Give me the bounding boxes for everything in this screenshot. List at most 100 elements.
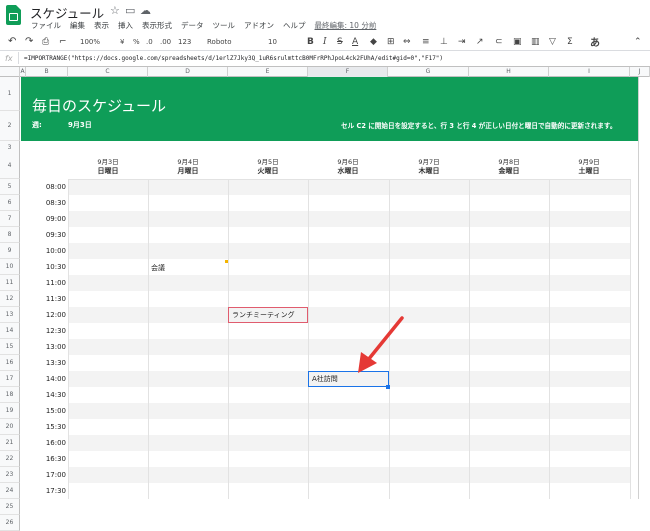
day-name: 水曜日 bbox=[337, 167, 359, 175]
text-rotation-icon[interactable]: ↗ bbox=[476, 37, 484, 47]
row-header-14[interactable]: 14 bbox=[0, 323, 20, 339]
row-header-11[interactable]: 11 bbox=[0, 275, 20, 291]
row-header-2[interactable]: 2 bbox=[0, 111, 20, 141]
column-header-h[interactable]: H bbox=[469, 67, 549, 77]
star-icon[interactable]: ☆ bbox=[110, 4, 120, 17]
text-wrap-icon[interactable]: ⇥ bbox=[458, 37, 466, 47]
event-lunch-meeting[interactable]: ランチミーティング bbox=[228, 307, 308, 323]
row-header-25[interactable]: 25 bbox=[0, 499, 20, 515]
row-header-15[interactable]: 15 bbox=[0, 339, 20, 355]
event-meeting[interactable]: 会議 bbox=[148, 261, 228, 275]
font-size-select[interactable]: 10 bbox=[268, 38, 277, 46]
functions-button[interactable]: Σ bbox=[567, 37, 573, 47]
select-all-corner[interactable] bbox=[0, 67, 20, 77]
column-header-c[interactable]: C bbox=[68, 67, 148, 77]
text-color-button[interactable]: A bbox=[352, 37, 358, 47]
row-header-9[interactable]: 9 bbox=[0, 243, 20, 259]
insert-link-icon[interactable]: ⊂ bbox=[495, 37, 503, 47]
more-formats-button[interactable]: 123 bbox=[178, 38, 191, 46]
row-header-4[interactable]: 4 bbox=[0, 153, 20, 179]
menu-insert[interactable]: 挿入 bbox=[118, 20, 133, 31]
row-header-1[interactable]: 1 bbox=[0, 77, 20, 111]
grid-line bbox=[469, 179, 470, 499]
time-label: 10:00 bbox=[45, 247, 66, 255]
row-header-22[interactable]: 22 bbox=[0, 451, 20, 467]
grid-line bbox=[68, 179, 69, 499]
menu-file[interactable]: ファイル bbox=[31, 20, 61, 31]
column-header-i[interactable]: I bbox=[549, 67, 630, 77]
row-header-26[interactable]: 26 bbox=[0, 515, 20, 531]
zoom-select[interactable]: 100% bbox=[80, 38, 100, 46]
sheets-logo-icon[interactable] bbox=[6, 5, 21, 25]
italic-button[interactable]: I bbox=[323, 37, 327, 47]
formula-input[interactable]: =IMPORTRANGE("https://docs.google.com/sp… bbox=[24, 55, 443, 62]
decimal-decrease-button[interactable]: .0 bbox=[146, 38, 153, 46]
column-header-f[interactable]: F bbox=[308, 67, 388, 77]
insert-chart-icon[interactable]: ▥ bbox=[531, 37, 540, 47]
currency-button[interactable]: ¥ bbox=[120, 38, 124, 46]
vertical-align-icon[interactable]: ⊥ bbox=[440, 37, 448, 47]
filter-icon[interactable]: ▽ bbox=[549, 37, 556, 47]
row-header-10[interactable]: 10 bbox=[0, 259, 20, 275]
week-start-date[interactable]: 9月3日 bbox=[68, 120, 92, 130]
row-header-23[interactable]: 23 bbox=[0, 467, 20, 483]
borders-icon[interactable]: ⊞ bbox=[387, 37, 395, 47]
menu-bar: ファイル 編集 表示 挿入 表示形式 データ ツール アドオン ヘルプ 最終編集… bbox=[31, 20, 376, 31]
fx-icon: fx bbox=[5, 54, 13, 63]
column-header-g[interactable]: G bbox=[388, 67, 469, 77]
row-header-12[interactable]: 12 bbox=[0, 291, 20, 307]
font-select[interactable]: Roboto bbox=[207, 38, 232, 46]
menu-tools[interactable]: ツール bbox=[213, 20, 236, 31]
percent-button[interactable]: % bbox=[133, 38, 140, 46]
menu-format[interactable]: 表示形式 bbox=[142, 20, 172, 31]
row-header-24[interactable]: 24 bbox=[0, 483, 20, 499]
decimal-increase-button[interactable]: .00 bbox=[160, 38, 171, 46]
menu-addons[interactable]: アドオン bbox=[244, 20, 274, 31]
instruction-text: セル C2 に開始日を設定すると、行 3 と行 4 が正しい日付と曜日で自動的に… bbox=[341, 122, 617, 130]
time-label: 16:00 bbox=[45, 439, 66, 447]
last-edit-link[interactable]: 最終編集: 10 分前 bbox=[315, 20, 377, 31]
print-icon[interactable]: ⎙ bbox=[42, 37, 49, 47]
row-header-19[interactable]: 19 bbox=[0, 403, 20, 419]
grid-line bbox=[308, 179, 309, 499]
column-header-b[interactable]: B bbox=[26, 67, 68, 77]
row-band bbox=[68, 339, 630, 355]
time-label: 15:00 bbox=[45, 407, 66, 415]
row-header-13[interactable]: 13 bbox=[0, 307, 20, 323]
merge-cells-icon[interactable]: ⇔ bbox=[403, 37, 411, 47]
row-header-21[interactable]: 21 bbox=[0, 435, 20, 451]
column-header-e[interactable]: E bbox=[228, 67, 308, 77]
time-label: 09:00 bbox=[45, 215, 66, 223]
row-header-20[interactable]: 20 bbox=[0, 419, 20, 435]
row-header-18[interactable]: 18 bbox=[0, 387, 20, 403]
insert-comment-icon[interactable]: ▣ bbox=[513, 37, 522, 47]
horizontal-align-icon[interactable]: ≡ bbox=[422, 37, 430, 47]
menu-edit[interactable]: 編集 bbox=[70, 20, 85, 31]
undo-icon[interactable]: ↶ bbox=[8, 36, 16, 47]
cloud-icon: ☁ bbox=[140, 4, 151, 17]
column-header-d[interactable]: D bbox=[148, 67, 228, 77]
input-tools-button[interactable]: あ bbox=[590, 34, 600, 49]
grid-line bbox=[228, 179, 229, 499]
bold-button[interactable]: B bbox=[307, 37, 314, 47]
column-header-bar: A B C D E F G H I J bbox=[0, 66, 650, 77]
paint-format-icon[interactable]: ⌐ bbox=[59, 37, 67, 47]
menu-data[interactable]: データ bbox=[181, 20, 204, 31]
collapse-toolbar-icon[interactable]: ⌃ bbox=[634, 37, 642, 47]
row-header-17[interactable]: 17 bbox=[0, 371, 20, 387]
strikethrough-button[interactable]: S bbox=[337, 37, 343, 47]
row-header-6[interactable]: 6 bbox=[0, 195, 20, 211]
row-header-7[interactable]: 7 bbox=[0, 211, 20, 227]
row-header-8[interactable]: 8 bbox=[0, 227, 20, 243]
fill-color-icon[interactable]: ◆ bbox=[370, 37, 377, 47]
column-header-j[interactable]: J bbox=[630, 67, 650, 77]
folder-icon[interactable]: ▭ bbox=[125, 4, 135, 17]
menu-help[interactable]: ヘルプ bbox=[283, 20, 306, 31]
menu-view[interactable]: 表示 bbox=[94, 20, 109, 31]
row-header-5[interactable]: 5 bbox=[0, 179, 20, 195]
selection-fill-handle[interactable] bbox=[386, 385, 390, 389]
row-header-16[interactable]: 16 bbox=[0, 355, 20, 371]
toolbar: ↶ ↷ ⎙ ⌐ 100% ¥ % .0 .00 123 Roboto 10 B … bbox=[0, 33, 650, 51]
redo-icon[interactable]: ↷ bbox=[25, 36, 33, 47]
day-date: 9月7日 bbox=[418, 158, 440, 166]
